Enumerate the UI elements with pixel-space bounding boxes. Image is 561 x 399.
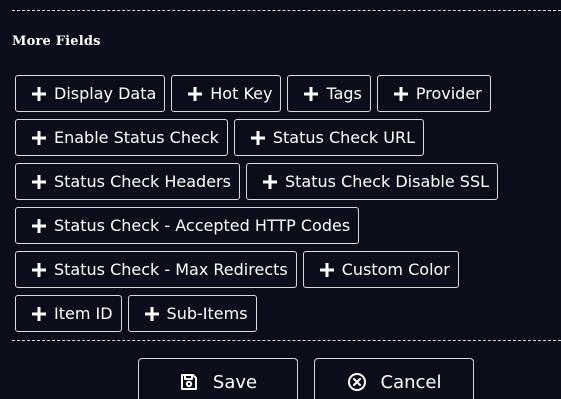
plus-icon [144,306,159,321]
field-label: Status Check Disable SSL [284,172,490,191]
field-label: Custom Color [341,260,450,279]
save-label: Save [212,371,258,393]
plus-icon [32,86,46,101]
bottom-divider [12,340,561,341]
add-field-status-check-headers-button[interactable]: Status Check Headers [15,163,240,200]
edit-item-panel: More Fields Display Data Hot Key Tags Pr… [0,0,561,399]
close-circle-icon [347,372,367,392]
add-field-display-data-button[interactable]: Display Data [15,75,166,112]
add-field-item-id-button[interactable]: Item ID [15,295,122,332]
field-label: Item ID [54,304,113,323]
save-button[interactable]: Save [138,358,298,399]
add-field-sub-items-button[interactable]: Sub-Items [127,295,257,332]
plus-icon [393,86,408,101]
field-label: Hot Key [210,84,273,103]
add-field-provider-button[interactable]: Provider [376,75,491,112]
add-field-max-redirects-button[interactable]: Status Check - Max Redirects [15,251,297,288]
form-actions: Save Cancel [138,358,474,399]
plus-icon [32,262,46,277]
add-field-enable-status-check-button[interactable]: Enable Status Check [15,119,228,156]
top-divider [12,10,561,11]
plus-icon [188,86,203,101]
plus-icon [32,218,46,233]
plus-icon [262,174,277,189]
plus-icon [250,130,265,145]
plus-icon [32,130,46,145]
field-label: Enable Status Check [54,128,219,147]
plus-icon [32,174,46,189]
section-title: More Fields [12,34,101,49]
field-label: Tags [326,84,362,103]
add-field-hot-key-button[interactable]: Hot Key [171,75,282,112]
add-field-accepted-http-codes-button[interactable]: Status Check - Accepted HTTP Codes [15,207,360,244]
cancel-label: Cancel [380,371,442,393]
field-label: Provider [415,84,482,103]
add-field-status-check-url-button[interactable]: Status Check URL [233,119,424,156]
add-field-custom-color-button[interactable]: Custom Color [302,251,459,288]
field-label: Status Check URL [272,128,415,147]
add-field-tags-button[interactable]: Tags [287,75,371,112]
plus-icon [32,306,46,321]
plus-icon [319,262,334,277]
cancel-button[interactable]: Cancel [314,358,474,399]
add-field-status-check-disable-ssl-button[interactable]: Status Check Disable SSL [245,163,499,200]
plus-icon [304,86,319,101]
field-label: Status Check - Max Redirects [54,260,288,279]
field-label: Status Check - Accepted HTTP Codes [54,216,351,235]
field-label: Sub-Items [166,304,248,323]
more-fields-list: Display Data Hot Key Tags Provider Enabl… [15,75,555,332]
field-label: Display Data [54,84,157,103]
field-label: Status Check Headers [54,172,231,191]
floppy-disk-icon [179,372,199,392]
